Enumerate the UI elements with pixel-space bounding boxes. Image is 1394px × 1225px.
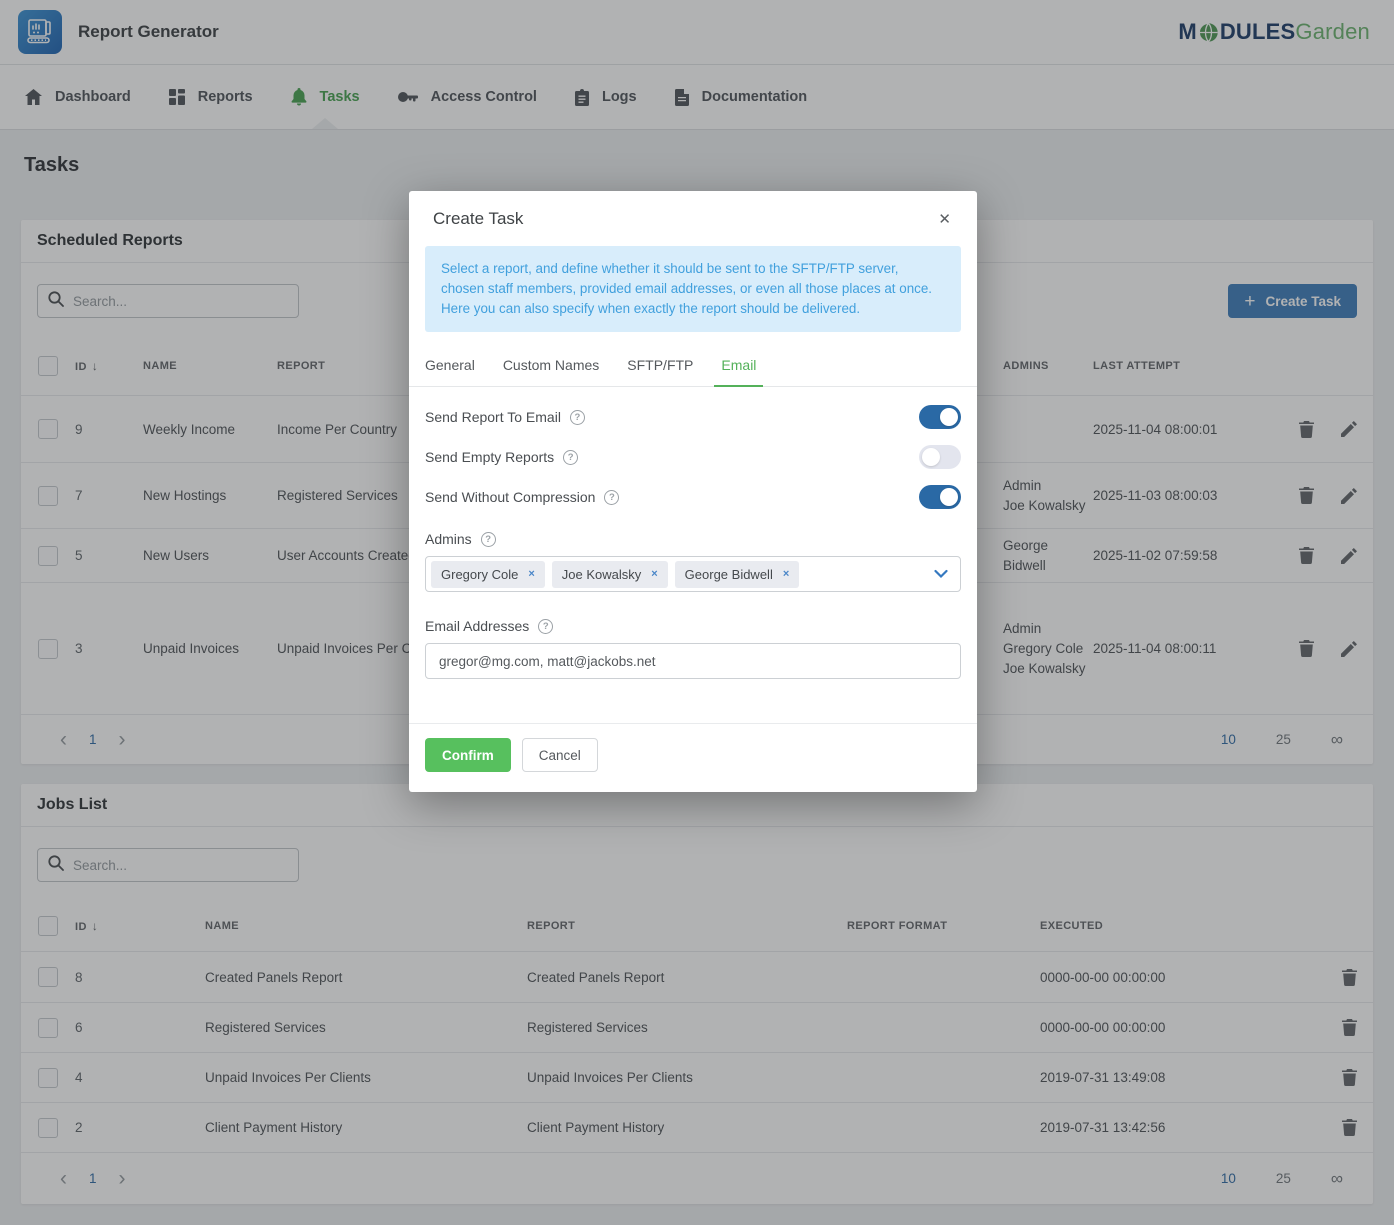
modal-tabs: General Custom Names SFTP/FTP Email [409, 332, 977, 387]
help-icon: ? [604, 490, 619, 505]
help-icon: ? [538, 619, 553, 634]
toggle-row: Send Report To Email ? [425, 397, 961, 437]
email-addresses-input[interactable] [425, 643, 961, 679]
help-icon: ? [563, 450, 578, 465]
toggle-row: Send Without Compression ? [425, 477, 961, 517]
admin-chip: Joe Kowalsky × [552, 561, 668, 588]
chevron-down-icon[interactable] [934, 570, 948, 579]
tab-sftp-ftp[interactable]: SFTP/FTP [620, 347, 700, 386]
create-task-modal: Create Task ✕ Select a report, and defin… [409, 191, 977, 792]
toggle-row: Send Empty Reports ? [425, 437, 961, 477]
tab-email[interactable]: Email [714, 347, 763, 387]
tab-general[interactable]: General [418, 347, 482, 386]
toggle-send-report-to-email[interactable] [919, 405, 961, 429]
modal-info-alert: Select a report, and define whether it s… [425, 246, 961, 332]
remove-chip-icon[interactable]: × [651, 568, 657, 580]
close-icon[interactable]: ✕ [932, 206, 957, 232]
admins-field-label: Admins ? [425, 531, 961, 547]
remove-chip-icon[interactable]: × [528, 568, 534, 580]
admins-multiselect[interactable]: Gregory Cole × Joe Kowalsky × George Bid… [425, 556, 961, 592]
admin-chip: Gregory Cole × [431, 561, 545, 588]
admin-chip: George Bidwell × [675, 561, 800, 588]
confirm-button[interactable]: Confirm [425, 738, 511, 772]
modal-title: Create Task [433, 209, 523, 229]
toggle-send-empty-reports[interactable] [919, 445, 961, 469]
help-icon: ? [481, 532, 496, 547]
toggle-send-without-compression[interactable] [919, 485, 961, 509]
cancel-button[interactable]: Cancel [522, 738, 598, 772]
help-icon: ? [570, 410, 585, 425]
tab-custom-names[interactable]: Custom Names [496, 347, 606, 386]
email-addresses-label: Email Addresses ? [425, 618, 961, 634]
remove-chip-icon[interactable]: × [783, 568, 789, 580]
